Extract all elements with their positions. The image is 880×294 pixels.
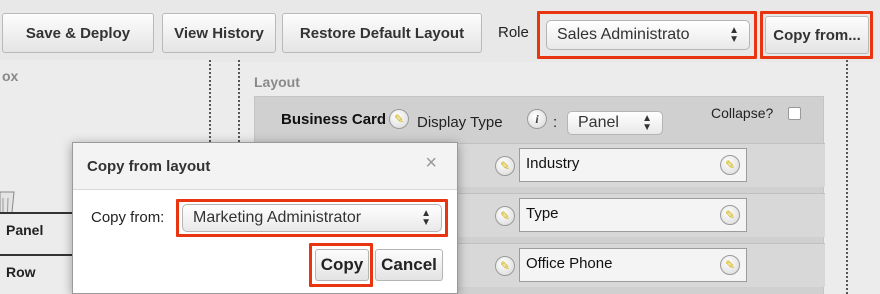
display-type-value: Panel <box>578 114 619 131</box>
edit-field-pencil-icon[interactable]: ✎ <box>495 156 515 176</box>
field-label: Type <box>526 205 559 222</box>
info-icon[interactable]: i <box>527 109 547 129</box>
field-cell[interactable]: Industry ✎ <box>519 148 747 182</box>
save-deploy-button[interactable]: Save & Deploy <box>2 13 154 53</box>
display-type-label: Display Type <box>417 114 503 131</box>
toolbar: Save & Deploy View History Restore Defau… <box>0 0 880 62</box>
copy-from-select[interactable]: Marketing Administrator ▲ ▼ <box>182 204 442 232</box>
layout-title: Layout <box>254 74 300 90</box>
edit-field-pencil-icon[interactable]: ✎ <box>495 206 515 226</box>
select-arrows-icon: ▲ ▼ <box>642 113 652 133</box>
copy-from-layout-dialog: Copy from layout × Copy from: Marketing … <box>72 142 458 294</box>
copy-button[interactable]: Copy <box>315 249 369 281</box>
collapse-label: Collapse? <box>711 105 774 121</box>
field-cell[interactable]: Office Phone ✎ <box>519 248 747 282</box>
copy-from-button[interactable]: Copy from... <box>765 16 869 54</box>
select-arrows-icon: ▲ ▼ <box>421 208 431 228</box>
copy-from-select-value: Marketing Administrator <box>193 209 362 226</box>
copy-from-label: Copy from: <box>91 209 165 226</box>
field-cell[interactable]: Type ✎ <box>519 198 747 232</box>
display-type-colon: : <box>553 114 558 131</box>
dialog-title: Copy from layout <box>87 158 211 175</box>
edit-field-pencil-icon[interactable]: ✎ <box>720 255 740 275</box>
role-select[interactable]: Sales Administrato ▲ ▼ <box>546 20 750 50</box>
edit-field-pencil-icon[interactable]: ✎ <box>720 155 740 175</box>
edit-field-pencil-icon[interactable]: ✎ <box>720 205 740 225</box>
dialog-header: Copy from layout × <box>73 143 457 190</box>
select-arrows-icon: ▲ ▼ <box>729 25 739 45</box>
edit-field-pencil-icon[interactable]: ✎ <box>495 256 515 276</box>
cancel-button[interactable]: Cancel <box>375 249 443 281</box>
field-label: Industry <box>526 155 580 172</box>
edit-panel-pencil-icon[interactable]: ✎ <box>389 109 409 129</box>
role-label: Role <box>498 24 529 41</box>
collapse-checkbox[interactable] <box>788 107 801 120</box>
close-icon[interactable]: × <box>425 152 437 175</box>
display-type-select[interactable]: Panel ▲ ▼ <box>567 111 663 135</box>
field-label: Office Phone <box>526 255 613 272</box>
panel-name: Business Card <box>281 111 387 128</box>
restore-default-layout-button[interactable]: Restore Default Layout <box>282 13 482 53</box>
view-history-button[interactable]: View History <box>162 13 276 53</box>
role-select-value: Sales Administrato <box>557 26 690 43</box>
toolbox-title: ox <box>2 68 19 84</box>
